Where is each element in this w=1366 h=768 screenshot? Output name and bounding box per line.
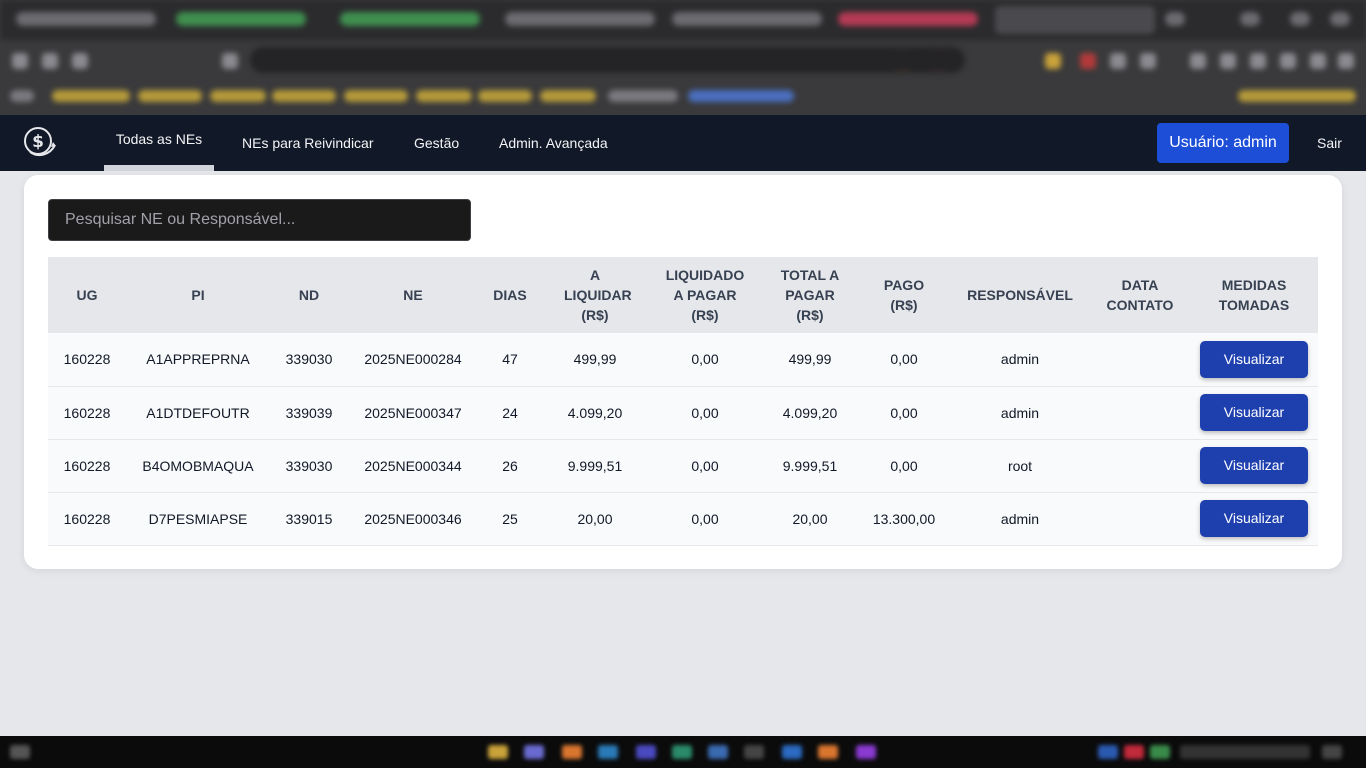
logout-link[interactable]: Sair bbox=[1317, 115, 1342, 171]
browser-tab-strip bbox=[0, 0, 1366, 40]
cell-nd: 339030 bbox=[270, 439, 348, 493]
cell-ne: 2025NE000344 bbox=[348, 439, 478, 493]
cell-responsavel: admin bbox=[950, 333, 1090, 387]
header-responsavel[interactable]: RESPONSÁVEL bbox=[950, 257, 1090, 333]
cell-ug: 160228 bbox=[48, 386, 126, 440]
header-total-a-pagar[interactable]: TOTAL A PAGAR (R$) bbox=[762, 257, 858, 333]
cell-ug: 160228 bbox=[48, 333, 126, 387]
cell-ne: 2025NE000284 bbox=[348, 333, 478, 387]
table-row: 160228 A1DTDEFOUTR 339039 2025NE000347 2… bbox=[48, 386, 1318, 440]
view-button[interactable]: Visualizar bbox=[1200, 500, 1308, 537]
cell-pago: 0,00 bbox=[858, 333, 950, 387]
main-card: UG PI ND NE DIAS A LIQUIDAR (R$) LIQUIDA… bbox=[24, 175, 1342, 569]
cell-ug: 160228 bbox=[48, 492, 126, 546]
cell-dias: 47 bbox=[478, 333, 542, 387]
view-button[interactable]: Visualizar bbox=[1200, 394, 1308, 431]
cell-pago: 0,00 bbox=[858, 386, 950, 440]
cell-data-contato bbox=[1090, 439, 1190, 493]
cell-data-contato bbox=[1090, 333, 1190, 387]
user-button[interactable]: Usuário: admin bbox=[1157, 123, 1289, 163]
cell-total: 20,00 bbox=[762, 492, 858, 546]
cell-pi: A1APPREPRNA bbox=[126, 333, 270, 387]
browser-bookmarks-bar bbox=[0, 80, 1366, 112]
header-pago[interactable]: PAGO (R$) bbox=[858, 257, 950, 333]
cell-dias: 24 bbox=[478, 386, 542, 440]
header-ug[interactable]: UG bbox=[48, 257, 126, 333]
nav-tab-admin-avancada[interactable]: Admin. Avançada bbox=[499, 115, 608, 171]
cell-data-contato bbox=[1090, 492, 1190, 546]
browser-address-bar bbox=[250, 47, 965, 73]
cell-liquidado: 0,00 bbox=[648, 439, 762, 493]
cell-total: 499,99 bbox=[762, 333, 858, 387]
cell-pago: 13.300,00 bbox=[858, 492, 950, 546]
cell-a-liquidar: 9.999,51 bbox=[542, 439, 648, 493]
cell-dias: 26 bbox=[478, 439, 542, 493]
cell-liquidado: 0,00 bbox=[648, 386, 762, 440]
table-row: 160228 B4OMOBMAQUA 339030 2025NE000344 2… bbox=[48, 439, 1318, 493]
cell-ug: 160228 bbox=[48, 439, 126, 493]
cell-a-liquidar: 20,00 bbox=[542, 492, 648, 546]
app-navbar: $ Todas as NEs NEs para Reivindicar Gest… bbox=[0, 115, 1366, 171]
cell-liquidado: 0,00 bbox=[648, 492, 762, 546]
cell-medidas: Visualizar bbox=[1190, 439, 1318, 493]
cell-responsavel: root bbox=[950, 439, 1090, 493]
cell-pago: 0,00 bbox=[858, 439, 950, 493]
cell-medidas: Visualizar bbox=[1190, 333, 1318, 387]
cell-pi: B4OMOBMAQUA bbox=[126, 439, 270, 493]
header-liquidado-a-pagar[interactable]: LIQUIDADO A PAGAR (R$) bbox=[648, 257, 762, 333]
cell-nd: 339030 bbox=[270, 333, 348, 387]
cell-medidas: Visualizar bbox=[1190, 492, 1318, 546]
cell-ne: 2025NE000346 bbox=[348, 492, 478, 546]
nav-tab-todas-as-nes[interactable]: Todas as NEs bbox=[104, 115, 214, 171]
table-row: 160228 D7PESMIAPSE 339015 2025NE000346 2… bbox=[48, 492, 1318, 546]
nav-tab-nes-para-reivindicar[interactable]: NEs para Reivindicar bbox=[242, 115, 374, 171]
cell-nd: 339015 bbox=[270, 492, 348, 546]
header-ne[interactable]: NE bbox=[348, 257, 478, 333]
svg-text:$: $ bbox=[32, 132, 44, 152]
cell-pi: A1DTDEFOUTR bbox=[126, 386, 270, 440]
view-button[interactable]: Visualizar bbox=[1200, 340, 1308, 378]
browser-chrome bbox=[0, 0, 1366, 115]
dollar-circle-icon[interactable]: $ bbox=[22, 125, 58, 161]
header-data-contato[interactable]: DATA CONTATO bbox=[1090, 257, 1190, 333]
header-medidas-tomadas[interactable]: MEDIDAS TOMADAS bbox=[1190, 257, 1318, 333]
os-taskbar bbox=[0, 736, 1366, 768]
cell-responsavel: admin bbox=[950, 386, 1090, 440]
header-pi[interactable]: PI bbox=[126, 257, 270, 333]
header-nd[interactable]: ND bbox=[270, 257, 348, 333]
cell-medidas: Visualizar bbox=[1190, 386, 1318, 440]
cell-ne: 2025NE000347 bbox=[348, 386, 478, 440]
cell-total: 9.999,51 bbox=[762, 439, 858, 493]
header-a-liquidar[interactable]: A LIQUIDAR (R$) bbox=[542, 257, 648, 333]
cell-a-liquidar: 4.099,20 bbox=[542, 386, 648, 440]
cell-a-liquidar: 499,99 bbox=[542, 333, 648, 387]
nav-tab-gestao[interactable]: Gestão bbox=[414, 115, 459, 171]
cell-responsavel: admin bbox=[950, 492, 1090, 546]
cell-data-contato bbox=[1090, 386, 1190, 440]
cell-nd: 339039 bbox=[270, 386, 348, 440]
cell-pi: D7PESMIAPSE bbox=[126, 492, 270, 546]
table-row: 160228 A1APPREPRNA 339030 2025NE000284 4… bbox=[48, 333, 1318, 387]
table-header-row: UG PI ND NE DIAS A LIQUIDAR (R$) LIQUIDA… bbox=[48, 257, 1318, 333]
cell-liquidado: 0,00 bbox=[648, 333, 762, 387]
cell-total: 4.099,20 bbox=[762, 386, 858, 440]
search-input[interactable] bbox=[48, 199, 471, 241]
view-button[interactable]: Visualizar bbox=[1200, 447, 1308, 484]
cell-dias: 25 bbox=[478, 492, 542, 546]
header-dias[interactable]: DIAS bbox=[478, 257, 542, 333]
ne-table: UG PI ND NE DIAS A LIQUIDAR (R$) LIQUIDA… bbox=[48, 257, 1318, 546]
